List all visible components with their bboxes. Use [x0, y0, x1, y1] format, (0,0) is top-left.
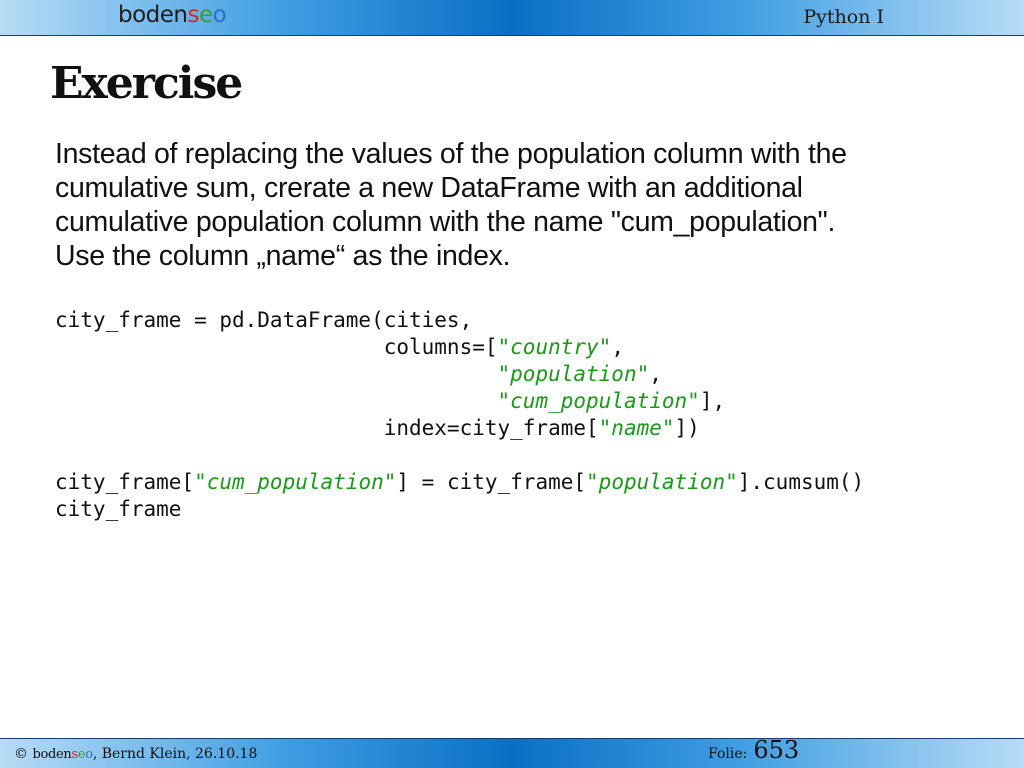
brand-part-o: o	[85, 747, 93, 762]
brand-part-e: e	[198, 2, 213, 28]
code-string: "population"	[497, 362, 650, 386]
code-text: ],	[699, 389, 726, 413]
code-string: "cum_population"	[497, 389, 700, 413]
code-line: city_frame = pd.DataFrame(cities,	[55, 307, 864, 334]
course-title: Python I	[803, 6, 884, 28]
footer-author-date: , Bernd Klein, 26.10.18	[92, 746, 258, 762]
footer-copyright: © bodenseo, Bernd Klein, 26.10.18	[14, 746, 257, 762]
code-text: city_frame = pd.DataFrame(cities,	[55, 308, 473, 332]
folie-label: Folie:	[708, 746, 748, 762]
code-line: "cum_population"],	[55, 388, 864, 415]
code-text: city_frame	[55, 497, 182, 521]
header-bar: bodenseo Python I	[0, 0, 1024, 36]
copyright-symbol: ©	[14, 746, 33, 762]
brand-part-o: o	[212, 2, 227, 28]
code-text: ,	[649, 362, 662, 386]
brand-part-boden: boden	[32, 747, 72, 762]
footer-bar: © bodenseo, Bernd Klein, 26.10.18 Folie:…	[0, 736, 1024, 768]
code-string: "name"	[598, 416, 675, 440]
instruction-line: Use the column „name“ as the index.	[55, 240, 511, 272]
code-text: ,	[611, 335, 624, 359]
instruction-line: cumulative population column with the na…	[55, 206, 836, 238]
code-text: columns=[	[55, 335, 498, 359]
instruction-line: Instead of replacing the values of the p…	[55, 138, 847, 170]
code-text: ] = city_frame[	[396, 470, 587, 494]
folie-number: 653	[753, 736, 800, 764]
code-text: ].cumsum()	[737, 470, 865, 494]
brand-logo: bodenseo	[118, 2, 227, 28]
code-line: "population",	[55, 361, 864, 388]
code-line: city_frame	[55, 496, 864, 523]
code-text: ])	[674, 416, 700, 440]
code-line: index=city_frame["name"])	[55, 415, 864, 442]
code-string: "country"	[497, 335, 612, 359]
exercise-instructions: Instead of replacing the values of the p…	[55, 137, 955, 273]
code-text: index=city_frame[	[55, 416, 599, 440]
footer-brand: bodenseo	[32, 747, 93, 762]
footer-slide-number: Folie: 653	[708, 736, 799, 764]
code-line: columns=["country",	[55, 334, 864, 361]
instruction-line: cumulative sum, crerate a new DataFrame …	[55, 172, 803, 204]
code-text: city_frame[	[55, 470, 195, 494]
code-string: "cum_population"	[194, 470, 397, 494]
code-string: "population"	[586, 470, 738, 494]
brand-part-s: s	[187, 2, 200, 28]
brand-part-boden: boden	[118, 2, 188, 28]
code-line: city_frame["cum_population"] = city_fram…	[55, 469, 864, 496]
code-block: city_frame = pd.DataFrame(cities, column…	[55, 307, 864, 523]
slide-title: Exercise	[50, 58, 243, 109]
